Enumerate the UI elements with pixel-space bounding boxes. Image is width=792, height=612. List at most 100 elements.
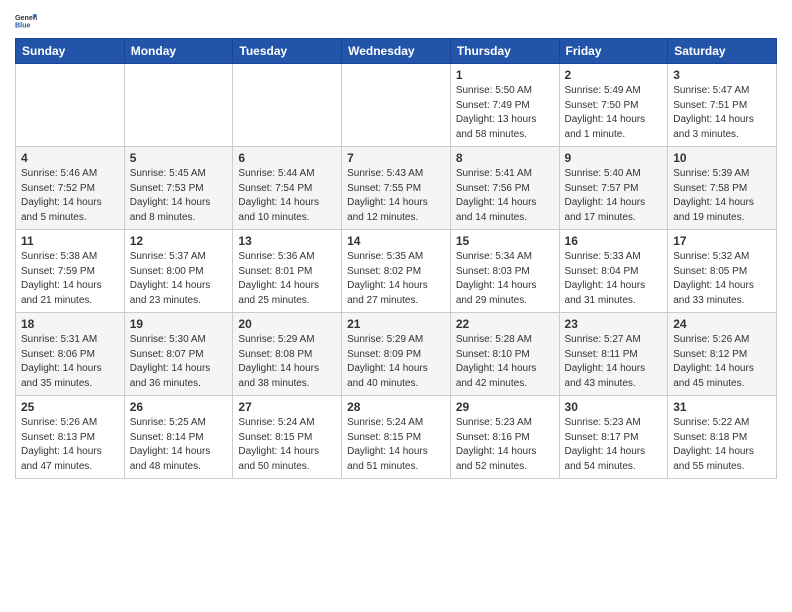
day-info: Sunrise: 5:44 AM Sunset: 7:54 PM Dayligh… — [238, 167, 336, 225]
calendar-cell: 14 Sunrise: 5:35 AM Sunset: 8:02 PM Dayli… — [342, 230, 451, 313]
calendar-header-row: SundayMondayTuesdayWednesdayThursdayFrid… — [16, 39, 777, 64]
day-info: Sunrise: 5:43 AM Sunset: 7:55 PM Dayligh… — [347, 167, 445, 225]
day-info: Sunrise: 5:26 AM Sunset: 8:12 PM Dayligh… — [673, 333, 771, 391]
calendar-week-row: 25 Sunrise: 5:26 AM Sunset: 8:13 PM Dayli… — [16, 396, 777, 479]
day-number: 21 — [347, 317, 445, 331]
weekday-header-monday: Monday — [124, 39, 233, 64]
day-number: 8 — [456, 151, 554, 165]
day-number: 4 — [21, 151, 119, 165]
day-number: 14 — [347, 234, 445, 248]
calendar-cell: 19Sunrise: 5:30 AM Sunset: 8:07 PM Dayli… — [124, 313, 233, 396]
day-info: Sunrise: 5:49 AM Sunset: 7:50 PM Dayligh… — [565, 84, 663, 142]
calendar-cell — [233, 64, 342, 147]
calendar-cell: 24 Sunrise: 5:26 AM Sunset: 8:12 PM Dayli… — [668, 313, 777, 396]
day-number: 23 — [565, 317, 663, 331]
calendar-cell: 22 Sunrise: 5:28 AM Sunset: 8:10 PM Dayli… — [450, 313, 559, 396]
day-info: Sunrise: 5:37 AM Sunset: 8:00 PM Dayligh… — [130, 250, 228, 308]
day-number: 30 — [565, 400, 663, 414]
day-info: Sunrise: 5:22 AM Sunset: 8:18 PM Dayligh… — [673, 416, 771, 474]
day-info: Sunrise: 5:50 AM Sunset: 7:49 PM Dayligh… — [456, 84, 554, 142]
day-number: 25 — [21, 400, 119, 414]
calendar-cell: 3 Sunrise: 5:47 AM Sunset: 7:51 PM Daylig… — [668, 64, 777, 147]
day-info: Sunrise: 5:34 AM Sunset: 8:03 PM Dayligh… — [456, 250, 554, 308]
weekday-header-tuesday: Tuesday — [233, 39, 342, 64]
day-number: 15 — [456, 234, 554, 248]
calendar-cell: 16Sunrise: 5:33 AM Sunset: 8:04 PM Dayli… — [559, 230, 668, 313]
day-number: 1 — [456, 68, 554, 82]
day-info: Sunrise: 5:25 AM Sunset: 8:14 PM Dayligh… — [130, 416, 228, 474]
day-number: 5 — [130, 151, 228, 165]
weekday-header-thursday: Thursday — [450, 39, 559, 64]
day-info: Sunrise: 5:38 AM Sunset: 7:59 PM Dayligh… — [21, 250, 119, 308]
calendar-cell: 25 Sunrise: 5:26 AM Sunset: 8:13 PM Dayli… — [16, 396, 125, 479]
calendar-cell: 13 Sunrise: 5:36 AM Sunset: 8:01 PM Dayli… — [233, 230, 342, 313]
calendar-cell: 2 Sunrise: 5:49 AM Sunset: 7:50 PM Daylig… — [559, 64, 668, 147]
day-info: Sunrise: 5:41 AM Sunset: 7:56 PM Dayligh… — [456, 167, 554, 225]
logo: General Blue — [15, 10, 37, 32]
day-info: Sunrise: 5:28 AM Sunset: 8:10 PM Dayligh… — [456, 333, 554, 391]
calendar-table: SundayMondayTuesdayWednesdayThursdayFrid… — [15, 38, 777, 479]
day-number: 29 — [456, 400, 554, 414]
day-info: Sunrise: 5:27 AM Sunset: 8:11 PM Dayligh… — [565, 333, 663, 391]
day-number: 12 — [130, 234, 228, 248]
day-number: 13 — [238, 234, 336, 248]
calendar-cell: 29 Sunrise: 5:23 AM Sunset: 8:16 PM Dayli… — [450, 396, 559, 479]
calendar-cell: 9Sunrise: 5:40 AM Sunset: 7:57 PM Daylig… — [559, 147, 668, 230]
day-number: 16 — [565, 234, 663, 248]
day-info: Sunrise: 5:24 AM Sunset: 8:15 PM Dayligh… — [238, 416, 336, 474]
calendar-week-row: 1 Sunrise: 5:50 AM Sunset: 7:49 PM Daylig… — [16, 64, 777, 147]
day-info: Sunrise: 5:36 AM Sunset: 8:01 PM Dayligh… — [238, 250, 336, 308]
day-number: 3 — [673, 68, 771, 82]
day-number: 19 — [130, 317, 228, 331]
weekday-header-saturday: Saturday — [668, 39, 777, 64]
day-number: 7 — [347, 151, 445, 165]
day-number: 22 — [456, 317, 554, 331]
day-number: 11 — [21, 234, 119, 248]
calendar-cell: 21 Sunrise: 5:29 AM Sunset: 8:09 PM Dayli… — [342, 313, 451, 396]
day-number: 31 — [673, 400, 771, 414]
calendar-cell — [124, 64, 233, 147]
calendar-cell: 6Sunrise: 5:44 AM Sunset: 7:54 PM Daylig… — [233, 147, 342, 230]
day-info: Sunrise: 5:46 AM Sunset: 7:52 PM Dayligh… — [21, 167, 119, 225]
day-number: 17 — [673, 234, 771, 248]
calendar-cell: 31 Sunrise: 5:22 AM Sunset: 8:18 PM Dayli… — [668, 396, 777, 479]
day-info: Sunrise: 5:45 AM Sunset: 7:53 PM Dayligh… — [130, 167, 228, 225]
day-info: Sunrise: 5:23 AM Sunset: 8:16 PM Dayligh… — [456, 416, 554, 474]
day-number: 20 — [238, 317, 336, 331]
day-info: Sunrise: 5:29 AM Sunset: 8:09 PM Dayligh… — [347, 333, 445, 391]
calendar-cell: 30 Sunrise: 5:23 AM Sunset: 8:17 PM Dayli… — [559, 396, 668, 479]
calendar-cell: 15 Sunrise: 5:34 AM Sunset: 8:03 PM Dayli… — [450, 230, 559, 313]
header: General Blue — [15, 10, 777, 32]
day-number: 18 — [21, 317, 119, 331]
calendar-cell: 12 Sunrise: 5:37 AM Sunset: 8:00 PM Dayli… — [124, 230, 233, 313]
calendar-cell — [342, 64, 451, 147]
day-number: 2 — [565, 68, 663, 82]
calendar-cell: 27 Sunrise: 5:24 AM Sunset: 8:15 PM Dayli… — [233, 396, 342, 479]
calendar-cell: 7 Sunrise: 5:43 AM Sunset: 7:55 PM Daylig… — [342, 147, 451, 230]
day-number: 27 — [238, 400, 336, 414]
calendar-cell: 4 Sunrise: 5:46 AM Sunset: 7:52 PM Daylig… — [16, 147, 125, 230]
calendar-cell: 8 Sunrise: 5:41 AM Sunset: 7:56 PM Daylig… — [450, 147, 559, 230]
day-number: 24 — [673, 317, 771, 331]
day-info: Sunrise: 5:47 AM Sunset: 7:51 PM Dayligh… — [673, 84, 771, 142]
calendar-cell — [16, 64, 125, 147]
calendar-cell: 26 Sunrise: 5:25 AM Sunset: 8:14 PM Dayli… — [124, 396, 233, 479]
calendar-cell: 20Sunrise: 5:29 AM Sunset: 8:08 PM Dayli… — [233, 313, 342, 396]
calendar-cell: 23 Sunrise: 5:27 AM Sunset: 8:11 PM Dayli… — [559, 313, 668, 396]
day-info: Sunrise: 5:32 AM Sunset: 8:05 PM Dayligh… — [673, 250, 771, 308]
calendar-week-row: 11 Sunrise: 5:38 AM Sunset: 7:59 PM Dayli… — [16, 230, 777, 313]
calendar-cell: 28Sunrise: 5:24 AM Sunset: 8:15 PM Dayli… — [342, 396, 451, 479]
day-info: Sunrise: 5:35 AM Sunset: 8:02 PM Dayligh… — [347, 250, 445, 308]
day-number: 10 — [673, 151, 771, 165]
calendar-cell: 5 Sunrise: 5:45 AM Sunset: 7:53 PM Daylig… — [124, 147, 233, 230]
day-info: Sunrise: 5:26 AM Sunset: 8:13 PM Dayligh… — [21, 416, 119, 474]
calendar-week-row: 4 Sunrise: 5:46 AM Sunset: 7:52 PM Daylig… — [16, 147, 777, 230]
day-info: Sunrise: 5:31 AM Sunset: 8:06 PM Dayligh… — [21, 333, 119, 391]
day-info: Sunrise: 5:40 AM Sunset: 7:57 PM Dayligh… — [565, 167, 663, 225]
day-number: 26 — [130, 400, 228, 414]
weekday-header-wednesday: Wednesday — [342, 39, 451, 64]
day-info: Sunrise: 5:23 AM Sunset: 8:17 PM Dayligh… — [565, 416, 663, 474]
calendar-week-row: 18 Sunrise: 5:31 AM Sunset: 8:06 PM Dayli… — [16, 313, 777, 396]
logo-icon: General Blue — [15, 10, 37, 32]
day-number: 28 — [347, 400, 445, 414]
